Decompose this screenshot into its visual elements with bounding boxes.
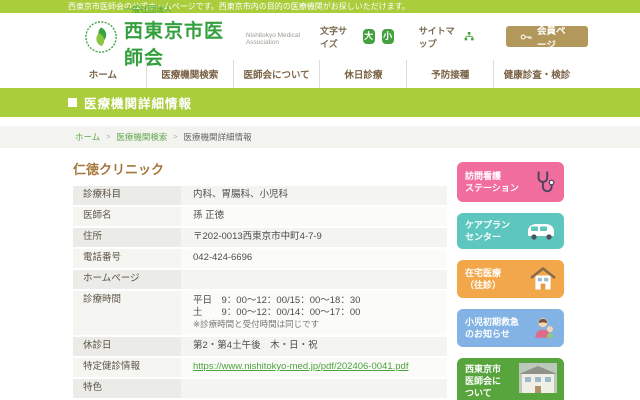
car-icon <box>525 221 557 241</box>
nav-item-home[interactable]: ホーム <box>60 60 146 88</box>
breadcrumb-current: 医療機関詳細情報 <box>183 131 251 143</box>
content-area: 仁徳クリニック 診療科目 内科、胃腸科、小児科 医師名 孫 正徳 住所 〒202… <box>0 148 640 400</box>
hours-weekday: 平日 9：00～12：00/15：00～18：30 <box>193 295 435 307</box>
org-name-en: Nishitokyo Medical Association <box>246 32 320 46</box>
page-title: 医療機関詳細情報 <box>84 93 192 112</box>
row-value <box>181 379 447 398</box>
button-label: ケアプラン <box>465 220 510 230</box>
row-label: 診療時間 <box>73 291 181 336</box>
button-label: 西東京市 <box>465 364 501 374</box>
button-label: 在宅医療 <box>465 268 501 278</box>
row-value: 内科、胃腸科、小児科 <box>181 186 447 205</box>
row-value: https://www.nishitokyo-med.jp/pdf/202406… <box>181 358 447 377</box>
row-value: 〒202-0013西東京市中町4-7-9 <box>181 228 447 247</box>
table-row-hours: 診療時間 平日 9：00～12：00/15：00～18：30 土 9：00～12… <box>73 291 447 338</box>
site-header: 一般社団法人 西東京市医師会 Nishitokyo Medical Associ… <box>0 13 640 60</box>
row-value: 042-424-6696 <box>181 249 447 268</box>
breadcrumb-search[interactable]: 医療機関検索 <box>116 131 167 143</box>
row-label: 休診日 <box>73 337 181 356</box>
main-nav: ホーム 医療機関検索 医師会について 休日診療 予防接種 健康診査・検診 <box>60 60 580 88</box>
table-row-checkup-link: 特定健診情報 https://www.nishitokyo-med.jp/pdf… <box>73 358 447 379</box>
member-page-button[interactable]: 会員ページ <box>506 26 589 47</box>
row-value: 平日 9：00～12：00/15：00～18：30 土 9：00～12：00/1… <box>181 291 447 336</box>
row-label: 診療科目 <box>73 186 181 205</box>
nav-item-holiday[interactable]: 休日診療 <box>319 60 406 88</box>
sidebar-button-pediatric-emergency[interactable]: 小児初期救急 のお知らせ <box>457 309 564 347</box>
sitemap-link[interactable]: サイトマップ <box>419 24 475 50</box>
button-label: （往診） <box>465 280 501 290</box>
table-row: ホームページ <box>73 270 447 291</box>
row-label: 電話番号 <box>73 249 181 268</box>
page: 西東京市医師会の公式ホームページです。西東京市内の目的の医療機関がお探しいただけ… <box>0 0 640 400</box>
page-title-bar: 医療機関詳細情報 <box>0 88 640 117</box>
row-label: 医師名 <box>73 207 181 226</box>
nav-item-vaccination[interactable]: 予防接種 <box>406 60 493 88</box>
key-icon <box>520 32 533 42</box>
nav-item-checkup[interactable]: 健康診査・検診 <box>493 60 580 88</box>
row-label: ホームページ <box>73 270 181 289</box>
title-square-icon <box>68 98 77 107</box>
button-label: のお知らせ <box>465 329 510 339</box>
stethoscope-icon <box>531 169 557 195</box>
button-label: センター <box>465 232 501 242</box>
checkup-pdf-link[interactable]: https://www.nishitokyo-med.jp/pdf/202406… <box>193 361 408 372</box>
breadcrumb-separator: > <box>173 134 177 141</box>
logo-emblem-icon <box>84 20 118 54</box>
sidebar-button-care-plan[interactable]: ケアプラン センター <box>457 213 564 249</box>
sidebar-button-about-association[interactable]: 西東京市 医師会に ついて <box>457 358 564 400</box>
row-label: 特定健診情報 <box>73 358 181 377</box>
hours-saturday: 土 9：00～12：00/14：00～17：00 <box>193 307 435 319</box>
sidebar: 訪問看護 ステーション ケアプラン センター <box>457 148 564 400</box>
hours-note: ※診療時間と受付時間は同じです <box>193 319 435 331</box>
row-label: 特色 <box>73 379 181 398</box>
row-label: 住所 <box>73 228 181 247</box>
row-value <box>181 270 447 289</box>
row-value: 孫 正徳 <box>181 207 447 226</box>
breadcrumb-separator: > <box>106 134 110 141</box>
table-row: 休診日 第2・第4土午後 木・日・祝 <box>73 337 447 358</box>
font-size-label: 文字サイズ <box>320 24 356 50</box>
building-photo <box>519 363 557 393</box>
member-page-label: 会員ページ <box>537 23 574 51</box>
header-controls: 文字サイズ 大 小 サイトマップ 会員ページ <box>320 24 588 50</box>
org-type: 一般社団法人 <box>124 4 320 15</box>
clinic-detail: 仁徳クリニック 診療科目 内科、胃腸科、小児科 医師名 孫 正徳 住所 〒202… <box>73 148 447 400</box>
clinic-info-table: 診療科目 内科、胃腸科、小児科 医師名 孫 正徳 住所 〒202-0013西東京… <box>73 186 447 400</box>
button-label: 医師会に <box>465 376 501 386</box>
row-value: 第2・第4土午後 木・日・祝 <box>181 337 447 356</box>
table-row: 診療科目 内科、胃腸科、小児科 <box>73 186 447 207</box>
button-label: 小児初期救急 <box>465 317 519 327</box>
button-label: 訪問看護 <box>465 171 501 181</box>
sitemap-label: サイトマップ <box>419 24 462 50</box>
nav-item-about[interactable]: 医師会について <box>233 60 320 88</box>
table-row: 特色 <box>73 379 447 400</box>
breadcrumb-home[interactable]: ホーム <box>75 131 100 143</box>
sidebar-button-home-medical[interactable]: 在宅医療 （往診） <box>457 260 564 298</box>
breadcrumb: ホーム > 医療機関検索 > 医療機関詳細情報 <box>0 126 640 148</box>
sitemap-icon <box>464 30 474 43</box>
button-label: ついて <box>465 388 492 398</box>
house-icon <box>529 265 557 293</box>
table-row: 住所 〒202-0013西東京市中町4-7-9 <box>73 228 447 249</box>
sidebar-button-visiting-nurse[interactable]: 訪問看護 ステーション <box>457 162 564 202</box>
nav-item-search[interactable]: 医療機関検索 <box>146 60 233 88</box>
button-label: ステーション <box>465 183 519 193</box>
font-size-small-button[interactable]: 小 <box>382 29 394 44</box>
table-row: 電話番号 042-424-6696 <box>73 249 447 270</box>
table-row: 医師名 孫 正徳 <box>73 207 447 228</box>
font-size-large-button[interactable]: 大 <box>363 29 375 44</box>
parent-child-icon <box>531 315 557 341</box>
clinic-name: 仁徳クリニック <box>73 159 447 178</box>
